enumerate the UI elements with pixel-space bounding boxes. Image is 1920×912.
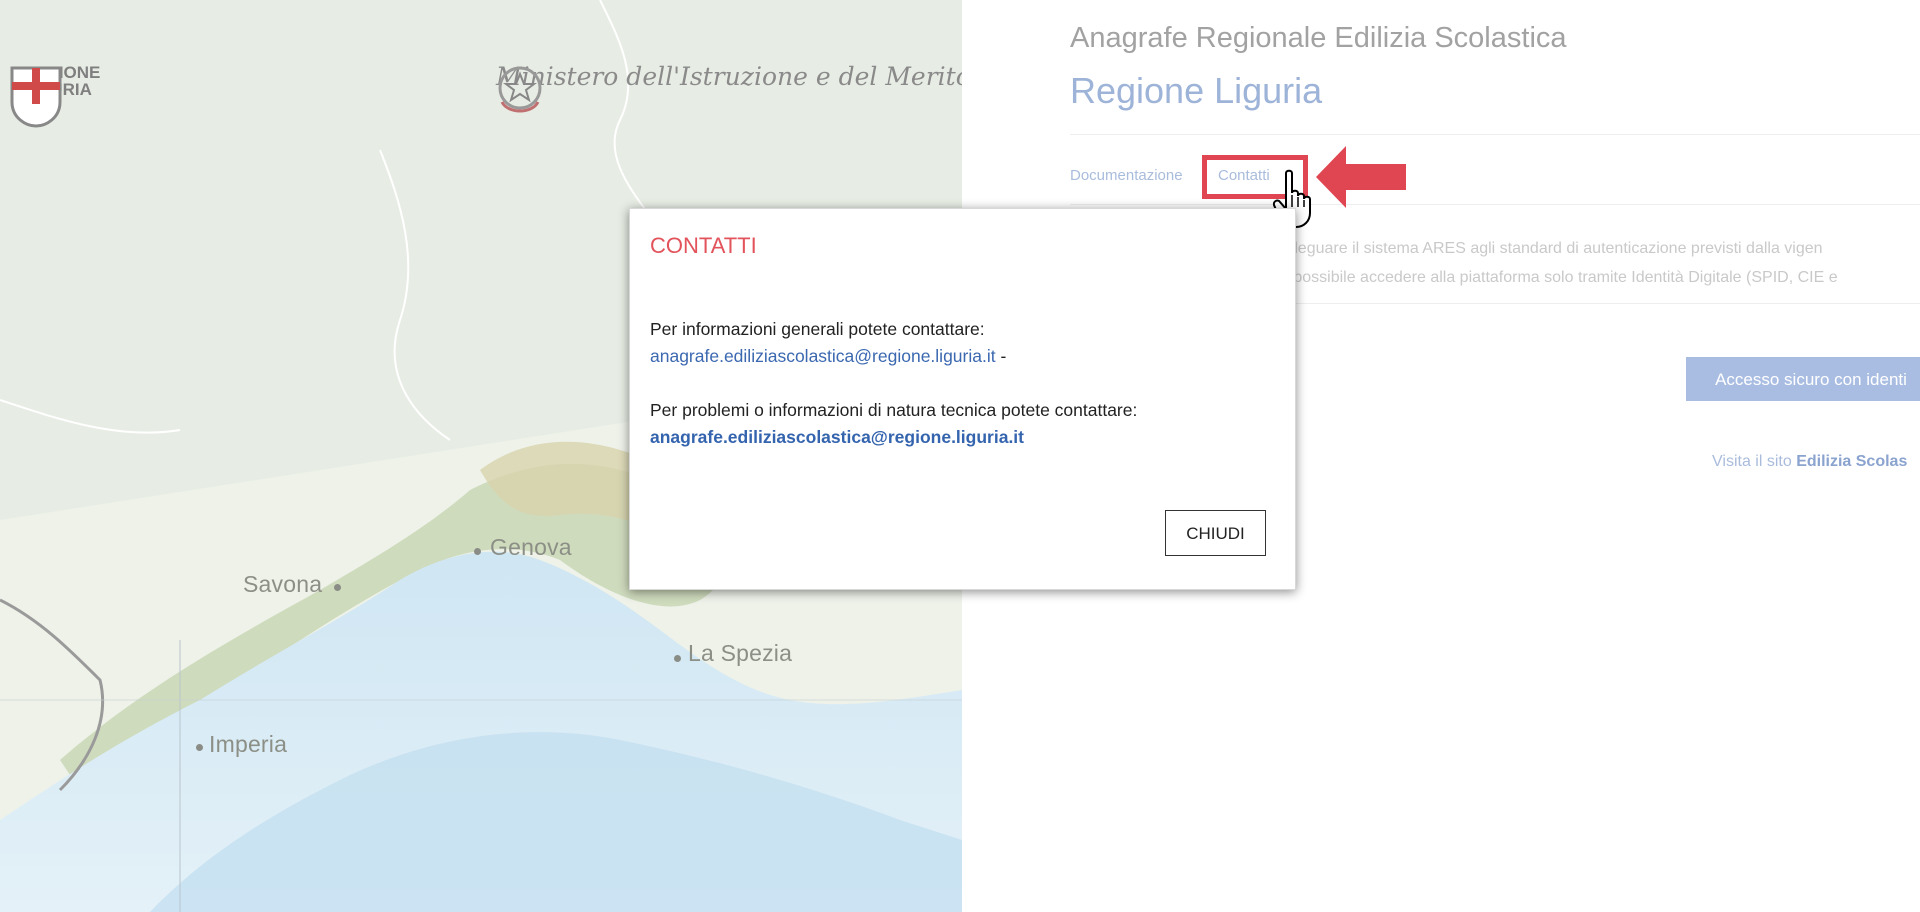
auth-notice-line2: è possibile accedere alla piattaforma so… bbox=[1280, 269, 1838, 286]
general-email-link[interactable]: anagrafe.ediliziascolastica@regione.ligu… bbox=[650, 346, 996, 366]
nav-link-documentazione[interactable]: Documentazione bbox=[1070, 167, 1183, 184]
general-email-suffix: - bbox=[995, 346, 1007, 366]
tech-email-link[interactable]: anagrafe.ediliziascolastica@regione.ligu… bbox=[650, 427, 1024, 447]
divider bbox=[1070, 134, 1920, 135]
tech-info-text: Per problemi o informazioni di natura te… bbox=[650, 400, 1138, 420]
visit-site-link[interactable]: Edilizia Scolas bbox=[1796, 453, 1907, 470]
genova-dot bbox=[474, 548, 481, 555]
divider bbox=[1070, 204, 1920, 205]
contatti-modal: CONTATTI Per informazioni generali potet… bbox=[629, 208, 1296, 590]
page-subtitle: Anagrafe Regionale Edilizia Scolastica bbox=[1070, 22, 1567, 54]
imperia-dot bbox=[196, 744, 203, 751]
spid-login-button[interactable]: Accesso sicuro con identi bbox=[1686, 357, 1920, 401]
visit-site-text: Visita il sito Edilizia Scolas bbox=[1712, 453, 1907, 471]
auth-notice-line1: adeguare il sistema ARES agli standard d… bbox=[1280, 240, 1823, 257]
modal-body: Per informazioni generali potete contatt… bbox=[650, 316, 1270, 451]
auth-notice: adeguare il sistema ARES agli standard d… bbox=[1280, 234, 1920, 292]
city-label-genova: Genova bbox=[490, 534, 572, 560]
red-arrow-icon bbox=[1316, 146, 1406, 208]
logo-ministero-text: Ministero dell'Istruzione e del Merito bbox=[496, 62, 962, 91]
italian-republic-emblem-icon bbox=[498, 66, 542, 113]
general-info-text: Per informazioni generali potete contatt… bbox=[650, 319, 985, 339]
page-title: Regione Liguria bbox=[1070, 70, 1323, 111]
city-label-imperia: Imperia bbox=[209, 731, 288, 757]
la-spezia-dot bbox=[674, 655, 681, 662]
city-label-la-spezia: La Spezia bbox=[688, 640, 793, 666]
modal-title: CONTATTI bbox=[650, 233, 757, 258]
top-nav: Documentazione Contatti bbox=[1070, 167, 1270, 184]
regione-liguria-shield-icon bbox=[10, 66, 62, 128]
logo-ministero: Ministero dell'Istruzione e del Merito bbox=[494, 62, 962, 113]
logo-regione-liguria: REGIONE LIGURIA bbox=[8, 64, 100, 128]
savona-dot bbox=[334, 584, 341, 591]
visit-site-prefix: Visita il sito bbox=[1712, 453, 1797, 470]
city-label-savona: Savona bbox=[243, 571, 323, 597]
close-button[interactable]: CHIUDI bbox=[1165, 510, 1266, 556]
